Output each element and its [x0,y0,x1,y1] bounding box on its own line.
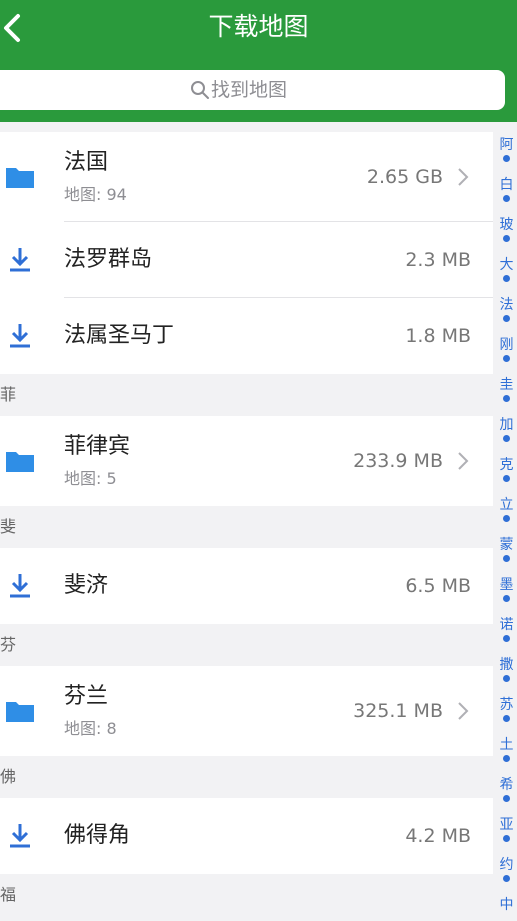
index-letter[interactable]: 阿 [496,136,517,154]
page-title: 下载地图 [208,12,309,41]
index-dot [503,634,510,642]
index-dot [503,154,510,162]
index-dot [503,794,510,802]
folder-icon [6,168,34,188]
index-letter[interactable]: 约 [496,856,517,874]
folder-icon [6,452,34,472]
map-name: 菲律宾 [64,434,131,459]
map-name: 芬兰 [64,684,109,709]
map-size: 233.9 MB [353,450,443,472]
alphabet-index[interactable]: 阿白玻大法刚圭加克立蒙墨诺撒苏土希亚约中 [496,132,517,921]
download-icon[interactable] [5,245,35,275]
index-letter[interactable]: 刚 [496,336,517,354]
section-letter: 佛 [0,767,17,786]
list-item[interactable]: 法罗群岛 2.3 MB [0,222,493,298]
search-input[interactable]: 找到地图 [0,70,505,110]
section-header: 芬 [0,624,493,666]
index-dot [503,474,510,482]
map-size: 325.1 MB [353,700,443,722]
index-dot [503,594,510,602]
map-name: 佛得角 [64,823,131,848]
section-letter: 斐 [0,517,17,536]
index-dot [503,554,510,562]
index-dot [503,674,510,682]
list-item[interactable]: 法属圣马丁 1.8 MB [0,298,493,374]
index-dot [503,834,510,842]
download-icon[interactable] [5,821,35,851]
index-letter[interactable]: 中 [496,896,517,914]
list-item[interactable]: 芬兰地图: 8 325.1 MB [0,666,493,756]
chevron-right-icon [458,452,469,470]
list-item[interactable]: 菲律宾地图: 5 233.9 MB [0,416,493,506]
section-letter: 菲 [0,385,17,404]
index-letter[interactable]: 蒙 [496,536,517,554]
index-dot [503,754,510,762]
index-dot [503,354,510,362]
download-icon[interactable] [5,321,35,351]
section-letter: 芬 [0,635,17,654]
index-dot [503,394,510,402]
map-count: 地图: 8 [64,719,117,738]
index-letter[interactable]: 法 [496,296,517,314]
list-item[interactable]: 法国地图: 94 2.65 GB [0,132,493,222]
map-count: 地图: 94 [64,185,127,204]
map-size: 2.3 MB [405,249,471,271]
map-size: 6.5 MB [405,575,471,597]
folder-icon [6,702,34,722]
section-letter: 福 [0,885,17,904]
map-count: 地图: 5 [64,469,117,488]
index-dot [503,434,510,442]
list-item[interactable]: 斐济 6.5 MB [0,548,493,624]
map-name: 法国 [64,150,109,175]
search-placeholder: 找到地图 [211,79,288,101]
search-icon [191,81,209,99]
index-letter[interactable]: 立 [496,496,517,514]
map-size: 1.8 MB [405,325,471,347]
index-letter[interactable]: 亚 [496,816,517,834]
list-item[interactable]: 佛得角 4.2 MB [0,798,493,874]
index-letter[interactable]: 撒 [496,656,517,674]
index-letter[interactable]: 圭 [496,376,517,394]
index-letter[interactable]: 加 [496,416,517,434]
section-header: 斐 [0,506,493,548]
map-list: 法国地图: 94 2.65 GB 法罗群岛 2.3 MB 法属圣马丁 1.8 MB 菲菲律宾… [0,132,493,916]
index-dot [503,514,510,522]
map-name: 斐济 [64,573,109,598]
app-header: 下载地图 找到地图 [0,0,517,122]
map-name: 法罗群岛 [64,247,153,272]
index-letter[interactable]: 诺 [496,616,517,634]
section-header: 佛 [0,756,493,798]
map-name: 法属圣马丁 [64,323,175,348]
section-header: 菲 [0,374,493,416]
map-size: 2.65 GB [366,166,443,188]
index-letter[interactable]: 玻 [496,216,517,234]
index-dot [503,314,510,322]
index-letter[interactable]: 白 [496,176,517,194]
index-letter[interactable]: 大 [496,256,517,274]
index-dot [503,274,510,282]
index-letter[interactable]: 希 [496,776,517,794]
index-dot [503,194,510,202]
index-dot [503,874,510,882]
index-letter[interactable]: 克 [496,456,517,474]
download-icon[interactable] [5,571,35,601]
index-letter[interactable]: 墨 [496,576,517,594]
map-size: 4.2 MB [405,825,471,847]
chevron-right-icon [458,702,469,720]
index-dot [503,714,510,722]
index-dot [503,234,510,242]
index-letter[interactable]: 土 [496,736,517,754]
chevron-right-icon [458,168,469,186]
index-letter[interactable]: 苏 [496,696,517,714]
section-header: 福 [0,874,493,916]
